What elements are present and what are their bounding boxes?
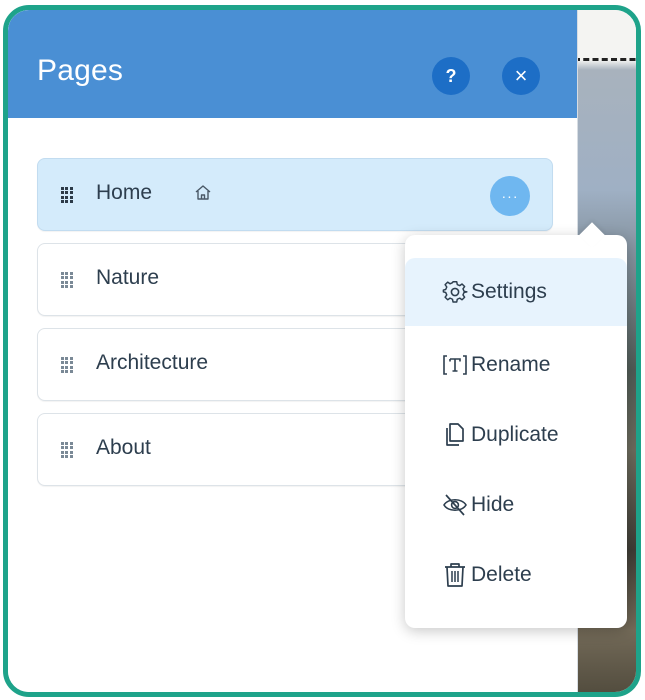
panel-header: Pages ? × <box>8 10 577 118</box>
drag-handle-icon[interactable] <box>61 357 75 373</box>
menu-item-duplicate[interactable]: Duplicate <box>405 401 627 469</box>
rename-icon <box>443 355 467 375</box>
menu-item-label: Hide <box>471 493 515 516</box>
more-actions-button[interactable]: ··· <box>490 176 530 216</box>
site-canvas-header-line <box>574 58 636 61</box>
menu-item-label: Settings <box>471 280 547 303</box>
drag-handle-icon[interactable] <box>61 187 75 203</box>
page-label: Architecture <box>96 351 209 374</box>
page-context-menu: Settings Rename Duplicate Hide Delete <box>405 222 627 628</box>
drag-handle-icon[interactable] <box>61 442 75 458</box>
help-button[interactable]: ? <box>432 57 470 95</box>
drag-handle-icon[interactable] <box>61 272 75 288</box>
eye-slash-icon <box>443 494 467 516</box>
menu-item-settings[interactable]: Settings <box>405 258 627 326</box>
menu-item-label: Delete <box>471 563 532 586</box>
menu-item-hide[interactable]: Hide <box>405 471 627 539</box>
page-item-home[interactable]: Home ··· <box>37 158 553 231</box>
menu-item-label: Rename <box>471 353 551 376</box>
menu-item-delete[interactable]: Delete <box>405 541 627 609</box>
duplicate-icon <box>446 423 464 446</box>
panel-title: Pages <box>37 54 124 87</box>
trash-icon <box>445 563 465 587</box>
page-label: About <box>96 436 151 459</box>
page-label: Nature <box>96 266 160 289</box>
close-button[interactable]: × <box>502 57 540 95</box>
home-icon <box>195 185 211 200</box>
screenshot-frame: Pages ? × Home ··· Nature Architecture A… <box>3 5 641 697</box>
menu-item-rename[interactable]: Rename <box>405 331 627 399</box>
gear-icon <box>442 281 468 303</box>
menu-item-label: Duplicate <box>471 423 559 446</box>
page-label: Home <box>96 181 153 204</box>
